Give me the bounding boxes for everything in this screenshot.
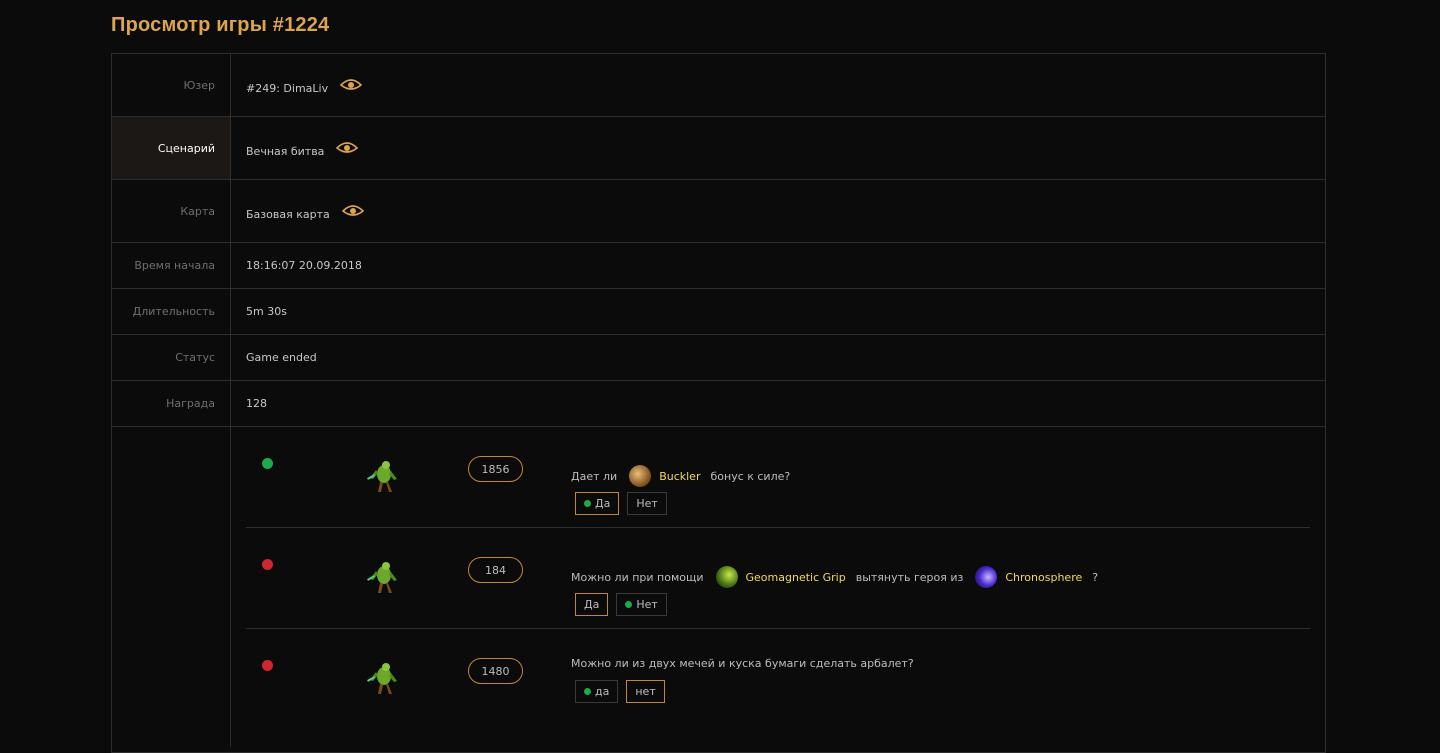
- item-name[interactable]: Buckler: [659, 470, 700, 483]
- option-no[interactable]: Нет: [616, 593, 667, 616]
- answers-section: 1856 Дает ли Buckler бонус к силе? Да Не…: [112, 427, 1325, 747]
- option-label: Нет: [636, 598, 658, 611]
- answer-options: Да Нет: [575, 492, 667, 515]
- option-no[interactable]: Нет: [627, 492, 667, 515]
- status-dot-wrong: [262, 559, 273, 570]
- row-label-reward: Награда: [112, 381, 231, 426]
- question-text: Дает ли Buckler бонус к силе?: [571, 465, 790, 487]
- option-yes[interactable]: Да: [575, 492, 620, 515]
- page-title: Просмотр игры #1224: [111, 14, 330, 36]
- answer-options: да нет: [575, 680, 665, 703]
- status-dot-wrong: [262, 660, 273, 671]
- question-part: Дает ли: [571, 469, 618, 483]
- row-start-time: Время начала 18:16:07 20.09.2018: [112, 243, 1325, 289]
- row-label-map: Карта: [112, 180, 231, 242]
- answers-label-cell: [112, 427, 231, 747]
- option-yes[interactable]: Да: [575, 593, 609, 616]
- row-user: Юзер #249: DimaLiv: [112, 54, 1325, 117]
- row-status: Статус Game ended: [112, 335, 1325, 381]
- score-pill: 1480: [468, 658, 523, 684]
- start-time-value: 18:16:07 20.09.2018: [246, 259, 362, 272]
- chosen-dot: [584, 500, 591, 507]
- answer-item: 1856 Дает ли Buckler бонус к силе? Да Не…: [246, 427, 1310, 528]
- option-label: Да: [584, 598, 600, 611]
- row-label-user: Юзер: [112, 54, 231, 116]
- hero-avatar-icon: [367, 663, 397, 694]
- row-scenario: Сценарий Вечная битва: [112, 117, 1325, 180]
- user-value: #249: DimaLiv: [246, 81, 329, 95]
- hero-avatar-icon: [367, 562, 397, 593]
- row-label-scenario: Сценарий: [112, 117, 231, 179]
- question-text: Можно ли из двух мечей и куска бумаги сд…: [571, 657, 914, 670]
- row-map: Карта Базовая карта: [112, 180, 1325, 243]
- geomagnetic-grip-icon: [715, 566, 738, 588]
- answer-options: Да Нет: [575, 593, 667, 616]
- option-yes[interactable]: да: [575, 680, 619, 703]
- reward-value: 128: [246, 397, 267, 410]
- score-pill: 1856: [468, 456, 523, 482]
- row-value-user: #249: DimaLiv: [231, 54, 1325, 116]
- row-value-scenario: Вечная битва: [231, 117, 1325, 179]
- question-part: Можно ли при помощи: [571, 570, 704, 584]
- score-pill: 184: [468, 557, 523, 583]
- status-dot-correct: [262, 458, 273, 469]
- item-name[interactable]: Geomagnetic Grip: [746, 571, 846, 584]
- answer-item: 184 Можно ли при помощи Geomagnetic Grip…: [246, 528, 1310, 629]
- question-part: вытянуть героя из: [855, 570, 964, 584]
- question-part: бонус к силе?: [710, 469, 791, 483]
- map-value: Базовая карта: [246, 207, 330, 221]
- eye-icon[interactable]: [341, 204, 364, 218]
- row-duration: Длительность 5m 30s: [112, 289, 1325, 335]
- row-reward: Награда 128: [112, 381, 1325, 427]
- option-no[interactable]: нет: [626, 680, 665, 703]
- question-part: ?: [1092, 570, 1099, 584]
- hero-avatar-icon: [367, 461, 397, 492]
- question-part: Можно ли из двух мечей и куска бумаги сд…: [571, 657, 914, 670]
- row-label-status: Статус: [112, 335, 231, 380]
- row-value-map: Базовая карта: [231, 180, 1325, 242]
- option-label: Да: [595, 497, 611, 510]
- buckler-icon: [629, 465, 652, 487]
- answers-list: 1856 Дает ли Buckler бонус к силе? Да Не…: [231, 427, 1325, 747]
- eye-icon[interactable]: [340, 78, 363, 92]
- answer-item: 1480 Можно ли из двух мечей и куска бума…: [246, 629, 1310, 729]
- scenario-value: Вечная битва: [246, 144, 325, 158]
- eye-icon[interactable]: [336, 141, 359, 155]
- status-value: Game ended: [246, 351, 317, 364]
- row-label-start-time: Время начала: [112, 243, 231, 288]
- question-text: Можно ли при помощи Geomagnetic Grip выт…: [571, 566, 1098, 588]
- correct-dot: [584, 688, 591, 695]
- correct-dot: [625, 601, 633, 608]
- row-label-duration: Длительность: [112, 289, 231, 334]
- game-info-table: Юзер #249: DimaLiv Сценарий Вечная битва…: [111, 53, 1326, 753]
- option-label: Нет: [636, 497, 658, 510]
- duration-value: 5m 30s: [246, 305, 287, 318]
- option-label: нет: [635, 685, 656, 698]
- chronosphere-icon: [975, 566, 998, 588]
- option-label: да: [595, 685, 610, 698]
- item-name[interactable]: Chronosphere: [1005, 571, 1082, 584]
